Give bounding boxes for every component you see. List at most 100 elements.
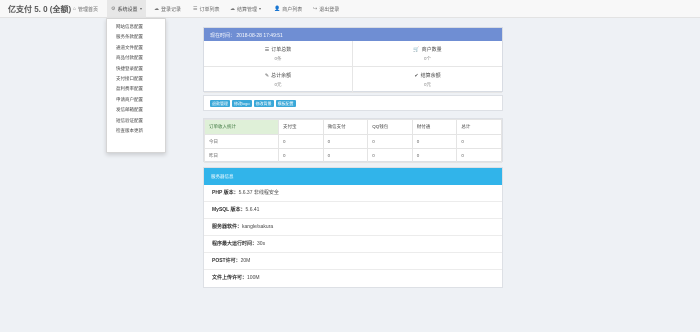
menu-item-payment-api[interactable]: 支付接口配置 [107, 74, 165, 84]
stat-title: 商户数量 [421, 47, 442, 53]
template-config-button[interactable]: 模板配置 [275, 100, 296, 107]
home-icon: ⌂ [73, 6, 77, 12]
server-info-row: POST许可：20M [204, 253, 502, 270]
current-time-header: 现在时间： 2018-08-28 17:49:51 [204, 28, 502, 41]
brand-title[interactable]: 亿支付 5. 0 (全额) [8, 4, 71, 15]
nav-item-login-log[interactable]: ☁ 登录记录 [154, 5, 181, 13]
server-info-header: 服务器信息 [204, 168, 502, 185]
quick-action-bar: 退款管理 修改logo 修改背景 模板配置 [203, 95, 503, 111]
menu-item-sms-verify[interactable]: 短信验证配置 [107, 116, 165, 126]
server-info-row: 程序最大运行时间：30s [204, 236, 502, 253]
row-label: POST许可： [212, 258, 241, 264]
gear-icon: ⚙ [111, 6, 116, 12]
server-info-row: PHP 版本：5.6.37 非线程安全 [204, 185, 502, 202]
table-cell: 0 [322, 134, 369, 149]
stat-title: 总计余额 [271, 73, 292, 79]
row-value: 30s [257, 241, 266, 247]
nav-item-orders[interactable]: ☰ 订单列表 [193, 5, 220, 13]
column-header: 订单收入统计 [204, 119, 279, 135]
menu-item-merchant-apply[interactable]: 申请商户配置 [107, 95, 165, 105]
chevron-down-icon [139, 8, 142, 10]
stat-total-balance: ✎ 总计余额 0元 [204, 67, 353, 93]
table-cell: 0 [456, 148, 502, 163]
server-info-row: 文件上传许可：100M [204, 270, 502, 287]
menu-item-fee-rate[interactable]: 盈利费率配置 [107, 84, 165, 94]
menu-item-terms[interactable]: 服务条款配置 [107, 32, 165, 42]
menu-item-channel-files[interactable]: 通道文件配置 [107, 43, 165, 53]
table-cell: 0 [367, 148, 413, 163]
server-info-row: 服务器软件：kangle/sakura [204, 219, 502, 236]
nav-item-settings[interactable]: ⚙ 系统设置 [107, 0, 146, 18]
table-row: 今日 0 0 0 0 0 [204, 134, 502, 149]
stat-value: 0元 [423, 82, 431, 87]
stat-settlement-balance: ✔ 结算余额 0元 [353, 67, 502, 93]
stat-title: 结算余额 [420, 73, 441, 79]
table-row: 昨日 0 0 0 0 0 [204, 148, 502, 163]
row-value: 5.6.41 [245, 207, 260, 213]
nav-label: 退出登录 [319, 6, 340, 13]
table-cell: 0 [278, 148, 324, 163]
stat-order-count: ☰ 订单总数 0条 [204, 41, 353, 67]
table-cell: 昨日 [204, 148, 279, 163]
cart-icon: 🛒 [413, 47, 420, 53]
row-label: PHP 版本： [212, 190, 239, 196]
row-value: 20M [240, 258, 251, 264]
nav-item-settlement[interactable]: ☁ 结算管理 [230, 5, 262, 13]
nav-label: 订单列表 [199, 6, 220, 13]
row-label: 文件上传许可： [212, 275, 248, 281]
table-cell: 0 [322, 148, 369, 163]
nav-label: 结算管理 [237, 6, 258, 13]
stat-value: 0元 [274, 82, 282, 87]
list-icon: ☰ [193, 6, 198, 12]
user-icon: 👤 [274, 6, 281, 12]
cloud-icon: ☁ [154, 6, 159, 12]
nav-label: 登录记录 [161, 6, 182, 13]
nav-item-logout[interactable]: ↪ 退出登录 [313, 5, 339, 13]
overview-panel: 现在时间： 2018-08-28 17:49:51 ☰ 订单总数 0条 🛒 商户数量… [203, 27, 503, 93]
row-value: 100M [247, 275, 260, 281]
table-cell: 0 [456, 134, 502, 149]
top-navbar: 亿支付 5. 0 (全额) ⌂ 管理首页 ⚙ 系统设置 ☁ 登录记录 ☰ 订单列… [0, 0, 700, 18]
row-label: 程序最大运行时间： [212, 241, 258, 247]
nav-label: 商户列表 [282, 6, 303, 13]
menu-item-product-payment[interactable]: 商品付款配置 [107, 53, 165, 63]
logout-icon: ↪ [313, 6, 318, 12]
nav-item-home[interactable]: ⌂ 管理首页 [73, 5, 98, 13]
stat-value: 0条 [274, 56, 282, 61]
check-icon: ✔ [414, 73, 419, 79]
table-cell: 今日 [204, 134, 279, 149]
menu-item-mail-sender[interactable]: 发信邮箱配置 [107, 105, 165, 115]
server-info-panel: 服务器信息 PHP 版本：5.6.37 非线程安全 MySQL 版本：5.6.4… [203, 167, 503, 288]
row-value: kangle/sakura [242, 224, 274, 230]
table-cell: 0 [278, 134, 324, 149]
table-cell: 0 [367, 134, 413, 149]
settings-dropdown-menu: 网站信息配置 服务条款配置 通道文件配置 商品付款配置 快捷登录配置 支付接口配… [106, 18, 166, 153]
menu-item-site-info[interactable]: 网站信息配置 [107, 22, 165, 32]
list-icon: ☰ [264, 47, 270, 53]
server-info-row: MySQL 版本：5.6.41 [204, 202, 502, 219]
chevron-down-icon [259, 8, 262, 10]
table-header-row: 订单收入统计 支付宝 微信支付 QQ钱包 财付通 总计 [204, 119, 502, 135]
income-stats-panel: 订单收入统计 支付宝 微信支付 QQ钱包 财付通 总计 今日 0 0 0 0 0… [203, 118, 503, 163]
column-header: 微信支付 [322, 119, 369, 135]
table-cell: 0 [411, 134, 458, 149]
menu-item-check-update[interactable]: 检查版本更新 [107, 126, 165, 136]
table-cell: 0 [411, 148, 458, 163]
column-header: 总计 [456, 119, 502, 135]
column-header: QQ钱包 [367, 119, 413, 135]
pen-icon: ✎ [264, 73, 270, 79]
edit-logo-button[interactable]: 修改logo [232, 100, 252, 107]
row-label: 服务器软件： [212, 224, 243, 230]
row-label: MySQL 版本： [212, 207, 246, 213]
menu-item-quick-login[interactable]: 快捷登录配置 [107, 64, 165, 74]
stat-merchant-count: 🛒 商户数量 0个 [353, 41, 502, 67]
column-header: 支付宝 [278, 119, 324, 135]
nav-label: 管理首页 [78, 6, 99, 13]
stat-value: 0个 [423, 56, 431, 61]
cloud-icon: ☁ [230, 6, 235, 12]
nav-item-merchants[interactable]: 👤 商户列表 [274, 5, 302, 13]
refund-button[interactable]: 退款管理 [210, 100, 230, 107]
income-stats-table: 订单收入统计 支付宝 微信支付 QQ钱包 财付通 总计 今日 0 0 0 0 0… [204, 119, 502, 163]
column-header: 财付通 [411, 119, 458, 135]
edit-background-button[interactable]: 修改背景 [253, 100, 274, 107]
